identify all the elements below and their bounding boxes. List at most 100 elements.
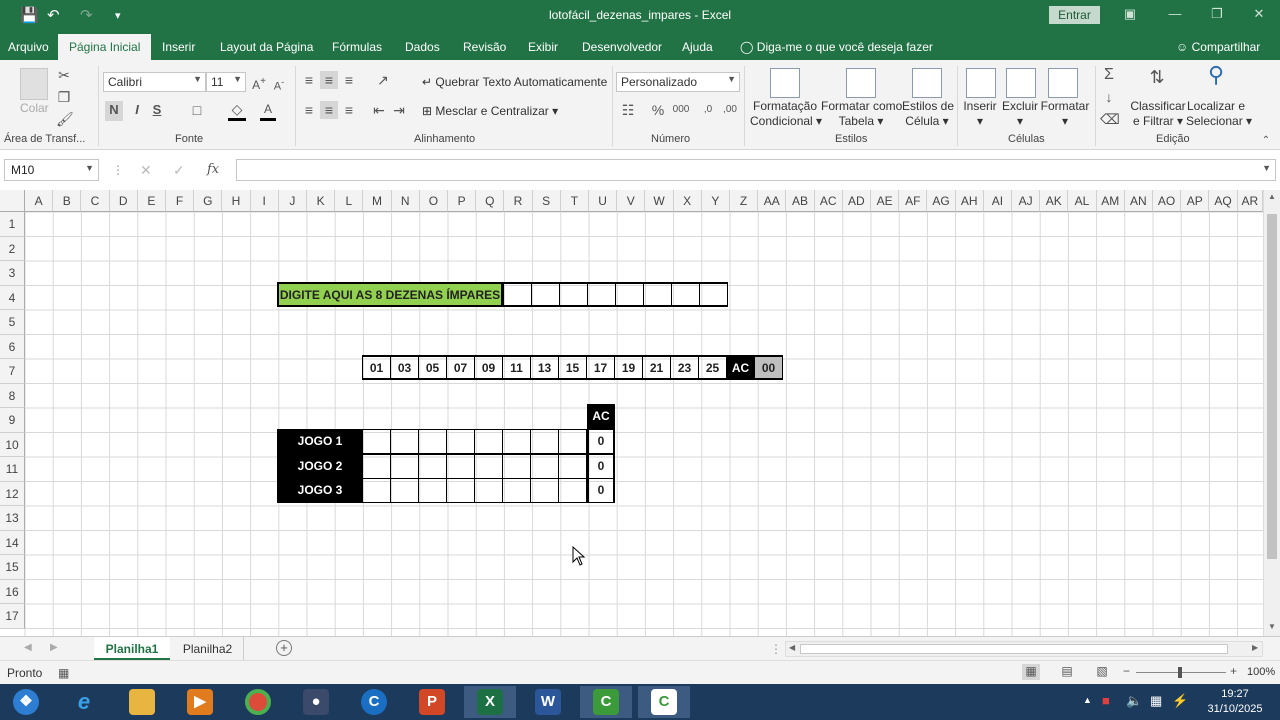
row-header-16[interactable]: 16 (0, 579, 25, 604)
column-header-aq[interactable]: AQ (1209, 190, 1238, 212)
percent-icon[interactable]: % (650, 101, 666, 119)
column-header-ab[interactable]: AB (786, 190, 815, 212)
game-number-cell[interactable] (418, 453, 447, 479)
insert-cells-button[interactable]: Inserir ▾ (960, 99, 1000, 129)
sheet-tab-planilha2[interactable]: Planilha2 (172, 637, 244, 661)
cut-icon[interactable]: ✂ (56, 66, 72, 84)
game-number-cell[interactable] (530, 478, 559, 503)
column-header-am[interactable]: AM (1096, 190, 1125, 212)
row-header-10[interactable]: 10 (0, 432, 25, 457)
align-bottom-icon[interactable]: ≡ (340, 71, 358, 89)
tab-dados[interactable]: Dados (405, 40, 440, 54)
decrease-decimal-icon[interactable]: ,00 (720, 101, 740, 119)
tab-pagina-inicial[interactable]: Página Inicial (58, 34, 152, 60)
wrap-text-button[interactable]: ↵ Quebrar Texto Automaticamente (422, 75, 607, 89)
copy-icon[interactable]: ❐ (56, 88, 72, 106)
fill-icon[interactable]: ↓ (1100, 88, 1118, 106)
conditional-formatting-button[interactable]: Formatação Condicional ▾ (750, 99, 822, 129)
volume-icon[interactable]: 🔈 (1126, 693, 1142, 709)
row-header-14[interactable]: 14 (0, 530, 25, 555)
column-header-s[interactable]: S (532, 190, 561, 212)
taskbar-ie[interactable]: e (58, 686, 110, 718)
tab-revisao[interactable]: Revisão (463, 40, 506, 54)
merge-center-button[interactable]: ⊞ Mesclar e Centralizar ▾ (422, 104, 558, 118)
sort-filter-button[interactable]: Classificar e Filtrar ▾ (1130, 99, 1186, 129)
game-number-cell[interactable] (446, 429, 475, 454)
align-top-icon[interactable]: ≡ (300, 71, 318, 89)
horizontal-scrollbar[interactable]: ◀ ▶ (785, 641, 1263, 657)
close-icon[interactable]: ✕ (1251, 6, 1267, 22)
find-select-button[interactable]: Localizar e Selecionar ▾ (1186, 99, 1252, 129)
game-number-cell[interactable] (390, 429, 419, 454)
network-icon[interactable]: ▦ (1150, 693, 1162, 709)
column-header-aj[interactable]: AJ (1012, 190, 1041, 212)
column-header-f[interactable]: F (166, 190, 195, 212)
tab-formulas[interactable]: Fórmulas (332, 40, 382, 54)
horizontal-scroll-thumb[interactable] (800, 644, 1228, 654)
tab-ajuda[interactable]: Ajuda (682, 40, 713, 54)
zoom-out-icon[interactable]: − (1123, 664, 1130, 678)
clock-time[interactable]: 19:27 (1205, 688, 1265, 700)
cell-styles-icon[interactable] (912, 68, 942, 98)
column-header-d[interactable]: D (109, 190, 138, 212)
odd-number-input-cell[interactable] (699, 282, 728, 307)
column-header-aa[interactable]: AA (758, 190, 787, 212)
game-number-cell[interactable] (362, 453, 391, 479)
sheet-tab-planilha1[interactable]: Planilha1 (94, 637, 170, 661)
column-header-ah[interactable]: AH (955, 190, 984, 212)
column-header-q[interactable]: Q (476, 190, 505, 212)
normal-view-icon[interactable]: ▦ (1022, 664, 1040, 680)
odd-number-input-cell[interactable] (587, 282, 616, 307)
column-header-v[interactable]: V (617, 190, 646, 212)
column-header-ap[interactable]: AP (1181, 190, 1210, 212)
row-header-4[interactable]: 4 (0, 285, 25, 310)
next-sheet-icon[interactable]: ▶ (50, 642, 58, 653)
vertical-scrollbar[interactable]: ▲ ▼ (1263, 190, 1280, 636)
italic-button[interactable]: I (129, 101, 145, 119)
column-header-ao[interactable]: AO (1153, 190, 1182, 212)
add-sheet-button[interactable]: + (276, 640, 292, 656)
row-header-11[interactable]: 11 (0, 457, 25, 482)
insert-cells-icon[interactable] (966, 68, 996, 98)
column-header-u[interactable]: U (589, 190, 618, 212)
minimize-icon[interactable]: — (1167, 6, 1183, 22)
column-header-x[interactable]: X (673, 190, 702, 212)
tab-inserir[interactable]: Inserir (162, 40, 195, 54)
column-header-l[interactable]: L (335, 190, 364, 212)
game-number-cell[interactable] (502, 429, 531, 454)
column-header-a[interactable]: A (25, 190, 54, 212)
odd-number-input-cell[interactable] (559, 282, 588, 307)
format-as-table-icon[interactable] (846, 68, 876, 98)
paste-icon[interactable] (20, 68, 48, 100)
borders-icon[interactable]: □ (188, 101, 206, 119)
orientation-icon[interactable]: ↗ (372, 71, 394, 89)
bold-button[interactable]: N (105, 101, 123, 121)
vertical-scroll-thumb[interactable] (1267, 214, 1277, 559)
tab-desenvolvedor[interactable]: Desenvolvedor (582, 40, 662, 54)
row-header-12[interactable]: 12 (0, 481, 25, 506)
align-left-icon[interactable]: ≡ (300, 101, 318, 119)
share-button[interactable]: ☺ Compartilhar (1176, 40, 1260, 54)
font-color-icon[interactable]: A (260, 100, 276, 121)
taskbar-camtasia-2[interactable]: C (638, 686, 690, 718)
decrease-indent-icon[interactable]: ⇤ (370, 101, 388, 119)
column-header-af[interactable]: AF (899, 190, 928, 212)
clear-icon[interactable]: ⌫ (1100, 110, 1120, 128)
column-header-z[interactable]: Z (730, 190, 759, 212)
tell-me-search[interactable]: ◯ Diga-me o que você deseja fazer (740, 40, 933, 54)
column-header-y[interactable]: Y (701, 190, 730, 212)
column-header-ac[interactable]: AC (814, 190, 843, 212)
column-header-p[interactable]: P (448, 190, 477, 212)
insert-function-icon[interactable]: fx (207, 162, 219, 177)
taskbar-word[interactable]: W (522, 686, 574, 718)
odd-number-input-cell[interactable] (503, 282, 532, 307)
start-button[interactable]: ❖ (0, 686, 52, 718)
column-header-ai[interactable]: AI (983, 190, 1012, 212)
taskbar-app[interactable]: ● (290, 686, 342, 718)
column-header-m[interactable]: M (363, 190, 392, 212)
prev-sheet-icon[interactable]: ◀ (24, 642, 32, 653)
column-header-b[interactable]: B (53, 190, 82, 212)
delete-cells-icon[interactable] (1006, 68, 1036, 98)
expand-formula-icon[interactable]: ▼ (1262, 163, 1271, 173)
align-middle-icon[interactable]: ≡ (320, 71, 338, 89)
